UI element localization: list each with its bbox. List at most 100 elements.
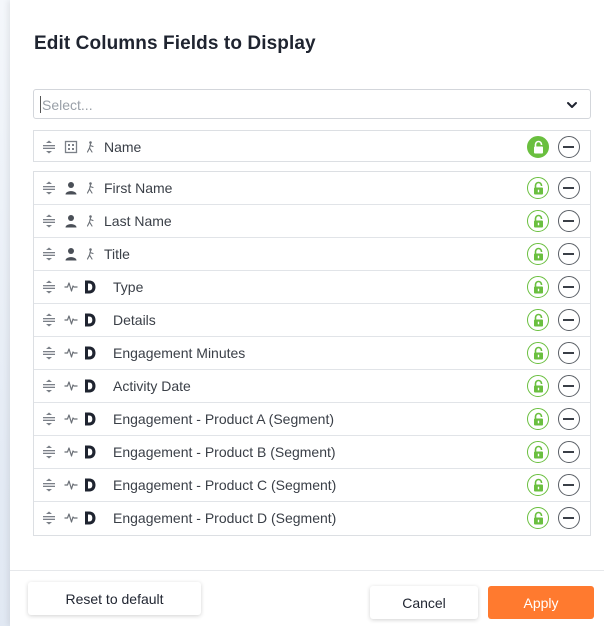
lock-icon [534, 313, 543, 327]
column-row-label: Engagement - Product D (Segment) [113, 510, 337, 526]
lock-icon [534, 445, 543, 459]
remove-column-button[interactable] [558, 243, 580, 265]
column-row-label: Last Name [104, 213, 172, 229]
person-icon [65, 215, 77, 228]
column-row-label: Type [113, 279, 144, 295]
person-walk-icon [86, 141, 94, 153]
lock-icon [534, 379, 543, 393]
lock-toggle-button[interactable] [527, 441, 549, 463]
d-logo-icon [85, 412, 96, 426]
person-walk-icon [86, 182, 94, 194]
lock-toggle-button[interactable] [527, 136, 549, 158]
column-row[interactable]: Engagement - Product C (Segment) [34, 469, 590, 502]
lock-icon [534, 247, 543, 261]
drag-handle-icon[interactable] [42, 181, 56, 195]
column-row-label: Engagement - Product B (Segment) [113, 444, 336, 460]
remove-column-button[interactable] [558, 210, 580, 232]
activity-icon [64, 348, 78, 358]
lock-toggle-button[interactable] [527, 408, 549, 430]
edit-columns-dialog: Edit Columns Fields to Display Select... [10, 0, 604, 626]
remove-column-button[interactable] [558, 408, 580, 430]
column-row[interactable]: First Name [34, 172, 590, 205]
d-logo-icon [85, 313, 96, 327]
d-logo-icon [85, 511, 96, 525]
drag-handle-icon[interactable] [42, 313, 56, 327]
text-cursor [40, 96, 41, 113]
d-logo-icon [85, 280, 96, 294]
column-row-label: First Name [104, 180, 173, 196]
drag-handle-icon[interactable] [42, 511, 56, 525]
person-icon [65, 248, 77, 261]
drag-handle-icon[interactable] [42, 445, 56, 459]
column-list: First Name Last Name Title Type Details Engag… [33, 171, 591, 536]
lock-icon [534, 181, 543, 195]
lock-toggle-button[interactable] [527, 375, 549, 397]
column-row[interactable]: Title [34, 238, 590, 271]
lock-toggle-button[interactable] [527, 243, 549, 265]
pinned-row-name[interactable]: Name [34, 131, 590, 161]
drag-handle-icon[interactable] [42, 346, 56, 360]
lock-toggle-button[interactable] [527, 474, 549, 496]
column-row[interactable]: Engagement Minutes [34, 337, 590, 370]
lock-icon [534, 412, 543, 426]
column-row-label: Engagement - Product A (Segment) [113, 411, 335, 427]
activity-icon [64, 414, 78, 424]
remove-column-button[interactable] [558, 342, 580, 364]
footer-divider [10, 570, 604, 571]
remove-column-button[interactable] [558, 276, 580, 298]
lock-icon [534, 214, 543, 228]
lock-toggle-button[interactable] [527, 210, 549, 232]
drag-handle-icon[interactable] [42, 214, 56, 228]
column-row[interactable]: Details [34, 304, 590, 337]
chevron-down-icon[interactable] [566, 99, 578, 111]
column-row-label: Activity Date [113, 378, 191, 394]
column-row[interactable]: Engagement - Product A (Segment) [34, 403, 590, 436]
building-icon [64, 140, 78, 154]
drag-handle-icon[interactable] [42, 379, 56, 393]
person-icon [65, 182, 77, 195]
column-row[interactable]: Last Name [34, 205, 590, 238]
pinned-row-label: Name [104, 139, 142, 155]
drag-handle-icon[interactable] [42, 478, 56, 492]
lock-icon [534, 280, 543, 294]
column-row[interactable]: Activity Date [34, 370, 590, 403]
d-logo-icon [85, 379, 96, 393]
lock-icon [534, 478, 543, 492]
activity-icon [64, 513, 78, 523]
lock-toggle-button[interactable] [527, 177, 549, 199]
reset-to-default-button[interactable]: Reset to default [28, 582, 201, 615]
field-select[interactable]: Select... [33, 89, 591, 119]
lock-toggle-button[interactable] [527, 507, 549, 529]
column-row-label: Engagement - Product C (Segment) [113, 477, 337, 493]
column-row[interactable]: Engagement - Product D (Segment) [34, 502, 590, 535]
column-row-label: Title [104, 246, 130, 262]
remove-column-button[interactable] [558, 375, 580, 397]
column-row-label: Engagement Minutes [113, 345, 246, 361]
activity-icon [64, 315, 78, 325]
pinned-column-list: Name [33, 130, 591, 162]
select-placeholder: Select... [42, 97, 93, 113]
lock-icon [534, 140, 543, 154]
drag-handle-icon[interactable] [42, 247, 56, 261]
drag-handle-icon[interactable] [42, 140, 56, 154]
remove-column-button[interactable] [558, 177, 580, 199]
column-row[interactable]: Type [34, 271, 590, 304]
drag-handle-icon[interactable] [42, 280, 56, 294]
person-walk-icon [86, 215, 94, 227]
drag-handle-icon[interactable] [42, 412, 56, 426]
lock-toggle-button[interactable] [527, 276, 549, 298]
lock-toggle-button[interactable] [527, 342, 549, 364]
column-row[interactable]: Engagement - Product B (Segment) [34, 436, 590, 469]
dialog-title: Edit Columns Fields to Display [34, 33, 316, 54]
remove-column-button[interactable] [558, 309, 580, 331]
cancel-button[interactable]: Cancel [370, 586, 478, 619]
remove-column-button[interactable] [558, 441, 580, 463]
remove-column-button[interactable] [558, 136, 580, 158]
apply-button[interactable]: Apply [488, 586, 594, 619]
lock-toggle-button[interactable] [527, 309, 549, 331]
column-row-label: Details [113, 312, 156, 328]
remove-column-button[interactable] [558, 474, 580, 496]
remove-column-button[interactable] [558, 507, 580, 529]
lock-icon [534, 346, 543, 360]
d-logo-icon [85, 478, 96, 492]
